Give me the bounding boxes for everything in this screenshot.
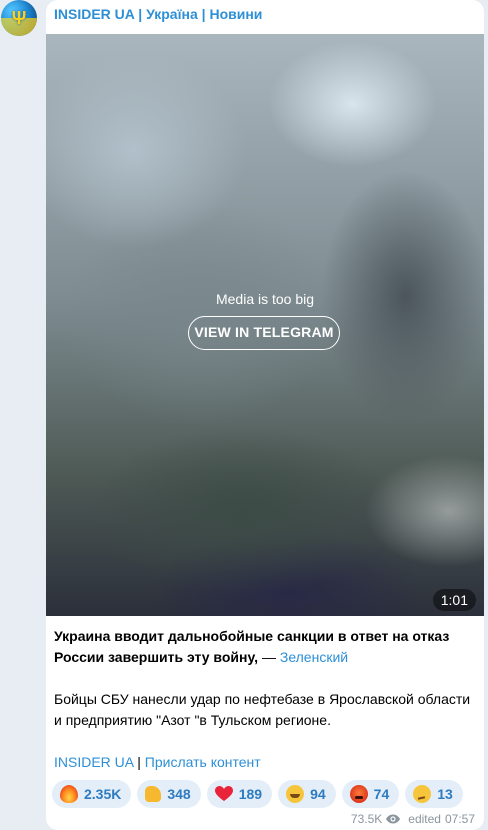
message-text: Украина вводит дальнобойные санкции в от… (54, 626, 480, 773)
reaction-angry[interactable]: 74 (341, 780, 400, 808)
channel-title[interactable]: INSIDER UA | Україна | Новини (54, 6, 262, 24)
reaction-thumbs-up[interactable]: 348 (137, 780, 201, 808)
message-meta: 73.5K edited 07:57 (351, 812, 475, 826)
fire-icon (60, 785, 78, 803)
reaction-grin[interactable]: 94 (278, 780, 336, 808)
message-headline: Украина вводит дальнобойные санкции в от… (54, 628, 450, 665)
message-body: Бойцы СБУ нанесли удар по нефтебазе в Яр… (54, 691, 471, 728)
thinking-face-icon (413, 785, 432, 803)
grinning-face-icon (286, 785, 305, 803)
reaction-count: 13 (437, 786, 453, 802)
insider-ua-link[interactable]: INSIDER UA (54, 754, 133, 770)
view-count: 73.5K (350, 812, 383, 826)
trident-icon: Ψ (11, 8, 27, 28)
heart-icon (214, 786, 233, 801)
message-footer: INSIDER UA | Прислать контент (54, 752, 480, 773)
eye-icon (386, 814, 401, 824)
reaction-heart[interactable]: 189 (206, 780, 273, 808)
reactions-bar: 2.35K 348 189 94 74 13 (52, 780, 463, 808)
media-too-big-label: Media is too big (215, 291, 315, 307)
view-in-telegram-button[interactable]: VIEW IN TELEGRAM (188, 316, 340, 350)
reaction-count: 94 (310, 786, 326, 802)
angry-face-icon (349, 785, 368, 803)
message-bubble: INSIDER UA | Україна | Новини Media is t… (46, 0, 484, 830)
footer-separator: | (133, 754, 145, 770)
reaction-fire[interactable]: 2.35K (52, 780, 132, 808)
reaction-count: 2.35K (84, 786, 122, 802)
reaction-count: 348 (167, 786, 191, 802)
zelensky-link[interactable]: Зеленский (280, 649, 348, 665)
video-preview[interactable]: Media is too big VIEW IN TELEGRAM 1:01 (46, 34, 484, 616)
video-duration-badge: 1:01 (432, 589, 476, 611)
reaction-count: 74 (373, 786, 390, 802)
headline-dash: — (258, 649, 280, 665)
message-time: 07:57 (444, 812, 475, 826)
reaction-thinking[interactable]: 13 (405, 780, 463, 808)
send-content-link[interactable]: Прислать контент (145, 754, 261, 770)
channel-avatar[interactable]: Ψ (1, 0, 37, 36)
thumbs-up-icon (145, 786, 162, 802)
reaction-count: 189 (238, 786, 263, 802)
edited-label: edited (408, 812, 441, 826)
